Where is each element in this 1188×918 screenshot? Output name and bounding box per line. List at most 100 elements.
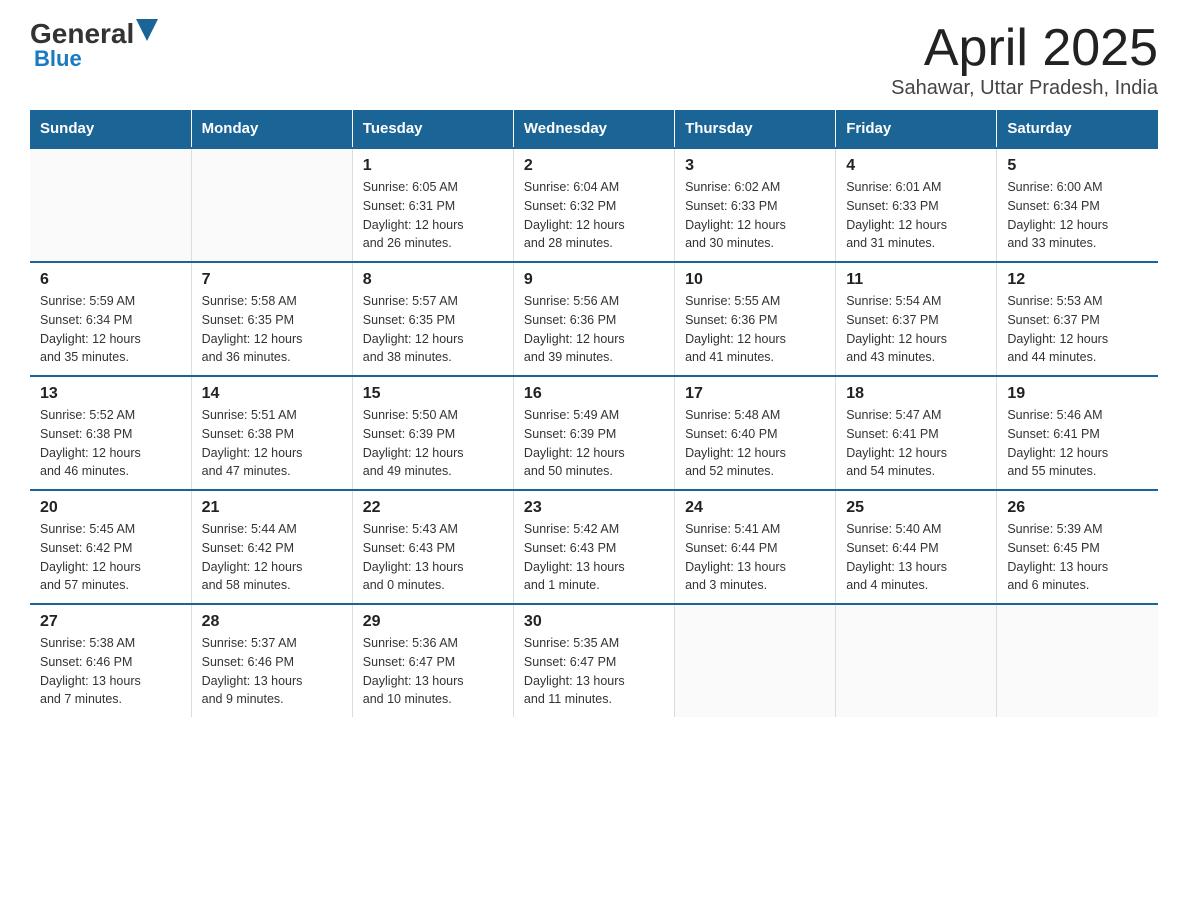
day-number: 5 xyxy=(1007,157,1148,175)
calendar-cell: 3Sunrise: 6:02 AM Sunset: 6:33 PM Daylig… xyxy=(675,148,836,262)
col-header-saturday: Saturday xyxy=(997,110,1158,148)
calendar-cell: 14Sunrise: 5:51 AM Sunset: 6:38 PM Dayli… xyxy=(191,376,352,490)
calendar-header-row: SundayMondayTuesdayWednesdayThursdayFrid… xyxy=(30,110,1158,148)
calendar-cell: 19 Sunrise: 5:46 AM Sunset: 6:41 PM Dayli… xyxy=(997,376,1158,490)
calendar-week-row: 6 Sunrise: 5:59 AM Sunset: 6:34 PM Daylig… xyxy=(30,262,1158,376)
calendar-cell: 23 Sunrise: 5:42 AM Sunset: 6:43 PM Dayli… xyxy=(513,490,674,604)
col-header-thursday: Thursday xyxy=(675,110,836,148)
calendar-cell: 30 Sunrise: 5:35 AM Sunset: 6:47 PM Dayli… xyxy=(513,604,674,717)
calendar-cell: 2Sunrise: 6:04 AM Sunset: 6:32 PM Daylig… xyxy=(513,148,674,262)
day-number: 16 xyxy=(524,385,664,403)
calendar-cell: 4 Sunrise: 6:01 AM Sunset: 6:33 PM Daylig… xyxy=(836,148,997,262)
day-info: Sunrise: 5:47 AM Sunset: 6:41 PM Dayligh… xyxy=(846,406,986,481)
day-number: 13 xyxy=(40,385,181,403)
day-info: Sunrise: 6:02 AM Sunset: 6:33 PM Dayligh… xyxy=(685,178,825,253)
day-info: Sunrise: 6:00 AM Sunset: 6:34 PM Dayligh… xyxy=(1007,178,1148,253)
day-info: Sunrise: 5:39 AM Sunset: 6:45 PM Dayligh… xyxy=(1007,520,1148,595)
day-number: 7 xyxy=(202,271,342,289)
day-number: 12 xyxy=(1007,271,1148,289)
day-number: 29 xyxy=(363,613,503,631)
day-number: 6 xyxy=(40,271,181,289)
calendar-cell xyxy=(30,148,191,262)
calendar-cell xyxy=(191,148,352,262)
title-block: April 2025 Sahawar, Uttar Pradesh, India xyxy=(891,20,1158,100)
day-info: Sunrise: 5:40 AM Sunset: 6:44 PM Dayligh… xyxy=(846,520,986,595)
calendar-cell: 21 Sunrise: 5:44 AM Sunset: 6:42 PM Dayli… xyxy=(191,490,352,604)
day-info: Sunrise: 5:37 AM Sunset: 6:46 PM Dayligh… xyxy=(202,634,342,709)
day-number: 14 xyxy=(202,385,342,403)
page-title: April 2025 xyxy=(891,20,1158,77)
day-number: 26 xyxy=(1007,499,1148,517)
calendar-cell: 20 Sunrise: 5:45 AM Sunset: 6:42 PM Dayli… xyxy=(30,490,191,604)
calendar-cell: 10 Sunrise: 5:55 AM Sunset: 6:36 PM Dayli… xyxy=(675,262,836,376)
day-info: Sunrise: 5:54 AM Sunset: 6:37 PM Dayligh… xyxy=(846,292,986,367)
page-subtitle: Sahawar, Uttar Pradesh, India xyxy=(891,77,1158,100)
day-info: Sunrise: 5:56 AM Sunset: 6:36 PM Dayligh… xyxy=(524,292,664,367)
day-info: Sunrise: 6:01 AM Sunset: 6:33 PM Dayligh… xyxy=(846,178,986,253)
day-number: 25 xyxy=(846,499,986,517)
day-info: Sunrise: 5:53 AM Sunset: 6:37 PM Dayligh… xyxy=(1007,292,1148,367)
day-info: Sunrise: 5:35 AM Sunset: 6:47 PM Dayligh… xyxy=(524,634,664,709)
day-info: Sunrise: 6:04 AM Sunset: 6:32 PM Dayligh… xyxy=(524,178,664,253)
calendar-cell: 6 Sunrise: 5:59 AM Sunset: 6:34 PM Daylig… xyxy=(30,262,191,376)
day-number: 27 xyxy=(40,613,181,631)
col-header-friday: Friday xyxy=(836,110,997,148)
logo-arrow-icon xyxy=(136,19,158,41)
day-number: 18 xyxy=(846,385,986,403)
day-number: 20 xyxy=(40,499,181,517)
day-info: Sunrise: 5:44 AM Sunset: 6:42 PM Dayligh… xyxy=(202,520,342,595)
calendar-week-row: 27 Sunrise: 5:38 AM Sunset: 6:46 PM Dayli… xyxy=(30,604,1158,717)
day-info: Sunrise: 5:38 AM Sunset: 6:46 PM Dayligh… xyxy=(40,634,181,709)
col-header-tuesday: Tuesday xyxy=(352,110,513,148)
day-info: Sunrise: 5:50 AM Sunset: 6:39 PM Dayligh… xyxy=(363,406,503,481)
day-info: Sunrise: 5:43 AM Sunset: 6:43 PM Dayligh… xyxy=(363,520,503,595)
day-info: Sunrise: 5:41 AM Sunset: 6:44 PM Dayligh… xyxy=(685,520,825,595)
day-info: Sunrise: 6:05 AM Sunset: 6:31 PM Dayligh… xyxy=(363,178,503,253)
day-info: Sunrise: 5:48 AM Sunset: 6:40 PM Dayligh… xyxy=(685,406,825,481)
day-info: Sunrise: 5:45 AM Sunset: 6:42 PM Dayligh… xyxy=(40,520,181,595)
calendar-cell: 17 Sunrise: 5:48 AM Sunset: 6:40 PM Dayli… xyxy=(675,376,836,490)
calendar-cell: 25 Sunrise: 5:40 AM Sunset: 6:44 PM Dayli… xyxy=(836,490,997,604)
day-number: 4 xyxy=(846,157,986,175)
day-number: 19 xyxy=(1007,385,1148,403)
day-info: Sunrise: 5:42 AM Sunset: 6:43 PM Dayligh… xyxy=(524,520,664,595)
day-number: 9 xyxy=(524,271,664,289)
calendar-cell: 9 Sunrise: 5:56 AM Sunset: 6:36 PM Daylig… xyxy=(513,262,674,376)
logo-blue-text: Blue xyxy=(34,46,82,72)
day-info: Sunrise: 5:49 AM Sunset: 6:39 PM Dayligh… xyxy=(524,406,664,481)
day-info: Sunrise: 5:46 AM Sunset: 6:41 PM Dayligh… xyxy=(1007,406,1148,481)
calendar-cell xyxy=(997,604,1158,717)
logo-general-text: General xyxy=(30,20,134,48)
day-number: 23 xyxy=(524,499,664,517)
col-header-sunday: Sunday xyxy=(30,110,191,148)
calendar-cell: 24Sunrise: 5:41 AM Sunset: 6:44 PM Dayli… xyxy=(675,490,836,604)
day-number: 30 xyxy=(524,613,664,631)
day-number: 21 xyxy=(202,499,342,517)
day-number: 15 xyxy=(363,385,503,403)
calendar-cell: 7 Sunrise: 5:58 AM Sunset: 6:35 PM Daylig… xyxy=(191,262,352,376)
day-number: 28 xyxy=(202,613,342,631)
page-header: General Blue April 2025 Sahawar, Uttar P… xyxy=(30,20,1158,100)
day-info: Sunrise: 5:55 AM Sunset: 6:36 PM Dayligh… xyxy=(685,292,825,367)
day-number: 8 xyxy=(363,271,503,289)
calendar-cell: 11 Sunrise: 5:54 AM Sunset: 6:37 PM Dayli… xyxy=(836,262,997,376)
day-info: Sunrise: 5:52 AM Sunset: 6:38 PM Dayligh… xyxy=(40,406,181,481)
day-info: Sunrise: 5:57 AM Sunset: 6:35 PM Dayligh… xyxy=(363,292,503,367)
calendar-cell: 28 Sunrise: 5:37 AM Sunset: 6:46 PM Dayli… xyxy=(191,604,352,717)
col-header-wednesday: Wednesday xyxy=(513,110,674,148)
calendar-week-row: 1Sunrise: 6:05 AM Sunset: 6:31 PM Daylig… xyxy=(30,148,1158,262)
day-info: Sunrise: 5:58 AM Sunset: 6:35 PM Dayligh… xyxy=(202,292,342,367)
day-number: 17 xyxy=(685,385,825,403)
logo: General Blue xyxy=(30,20,158,72)
calendar-week-row: 13 Sunrise: 5:52 AM Sunset: 6:38 PM Dayli… xyxy=(30,376,1158,490)
calendar-cell: 26 Sunrise: 5:39 AM Sunset: 6:45 PM Dayli… xyxy=(997,490,1158,604)
calendar-cell xyxy=(836,604,997,717)
day-info: Sunrise: 5:59 AM Sunset: 6:34 PM Dayligh… xyxy=(40,292,181,367)
calendar-cell: 13 Sunrise: 5:52 AM Sunset: 6:38 PM Dayli… xyxy=(30,376,191,490)
calendar-week-row: 20 Sunrise: 5:45 AM Sunset: 6:42 PM Dayli… xyxy=(30,490,1158,604)
day-number: 11 xyxy=(846,271,986,289)
calendar-cell: 27 Sunrise: 5:38 AM Sunset: 6:46 PM Dayli… xyxy=(30,604,191,717)
calendar-cell: 12 Sunrise: 5:53 AM Sunset: 6:37 PM Dayli… xyxy=(997,262,1158,376)
calendar-cell: 8 Sunrise: 5:57 AM Sunset: 6:35 PM Daylig… xyxy=(352,262,513,376)
day-number: 10 xyxy=(685,271,825,289)
